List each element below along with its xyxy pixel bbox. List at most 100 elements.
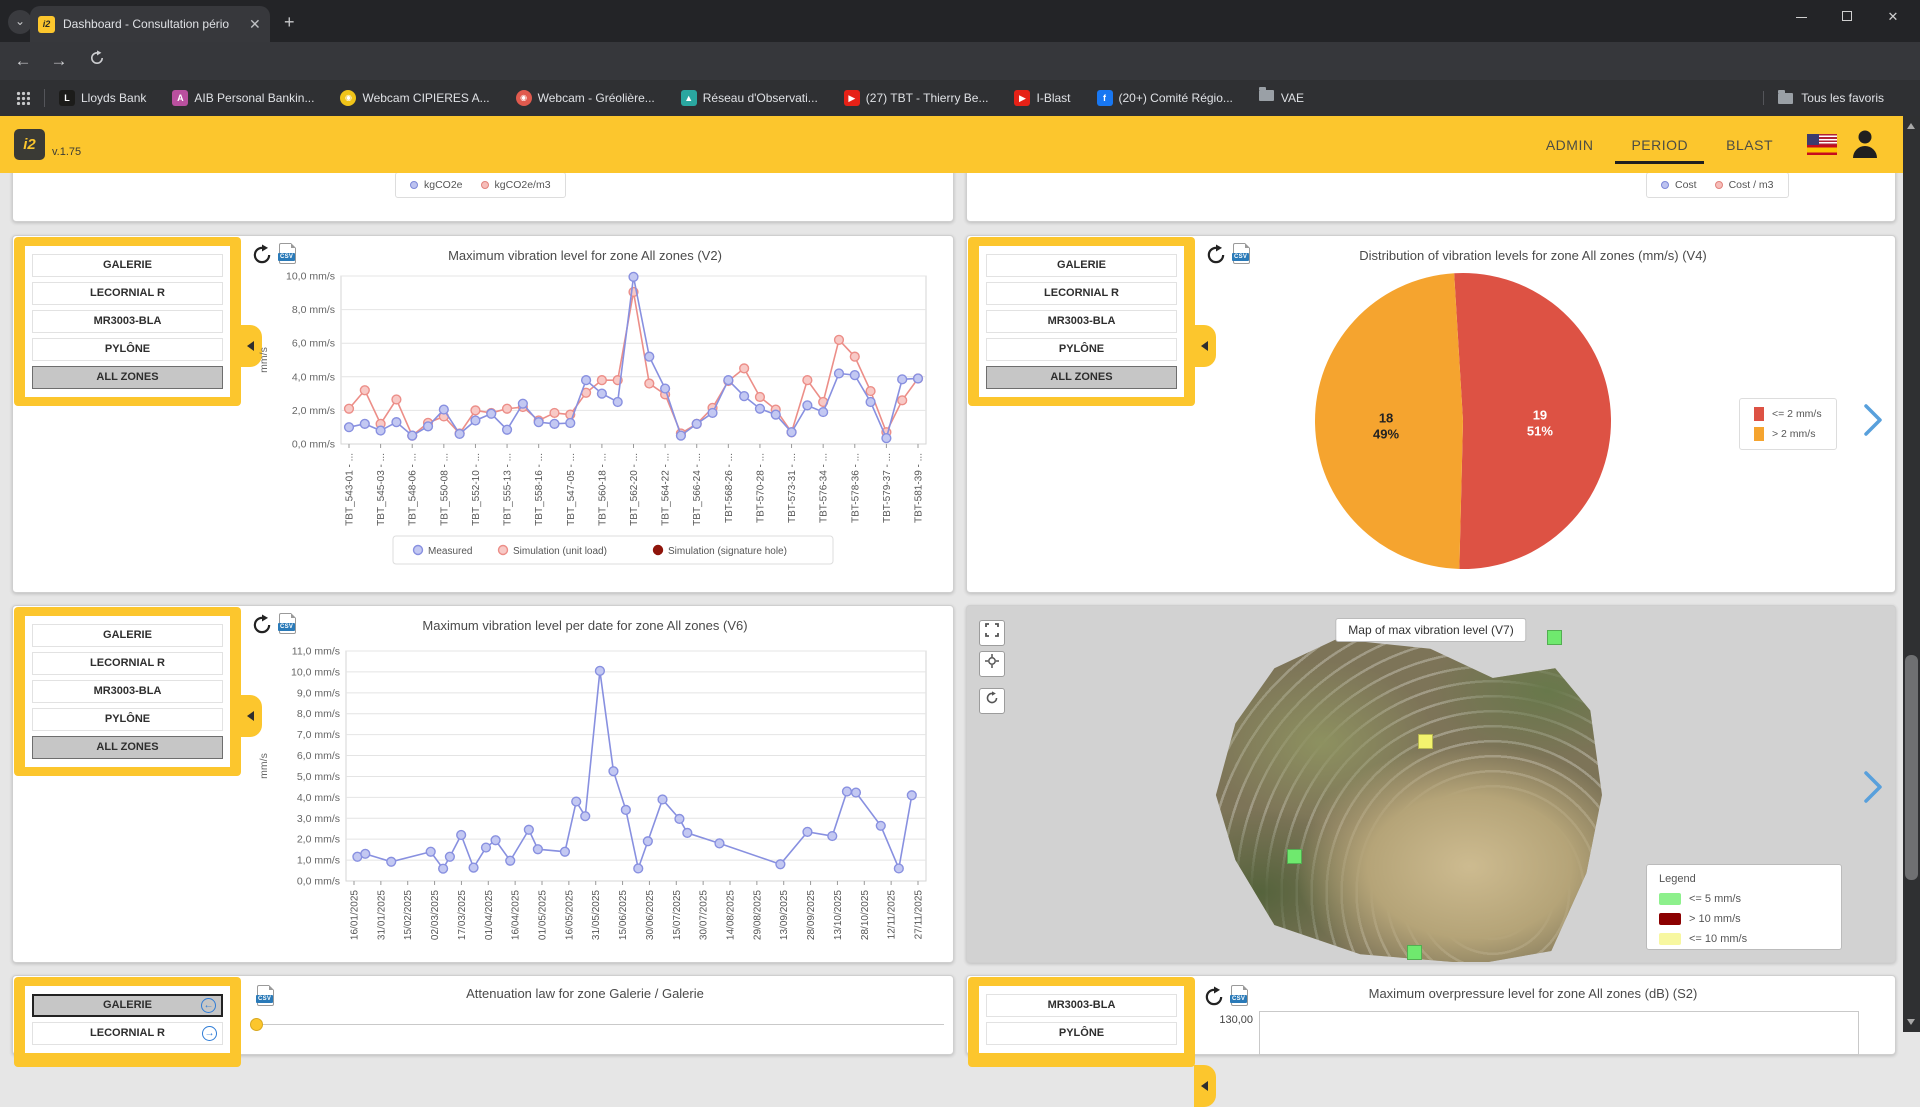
collapse-left-arrow-icon[interactable]: ←: [201, 998, 216, 1013]
forward-button[interactable]: →: [46, 48, 72, 74]
bookmark-27-tbt-thierry-be[interactable]: ▶(27) TBT - Thierry Be...: [844, 90, 989, 106]
svg-text:9,0 mm/s: 9,0 mm/s: [297, 687, 340, 699]
scrollbar-down-arrow[interactable]: [1907, 1019, 1915, 1025]
zone-button-pyl-ne[interactable]: PYLÔNE: [32, 708, 223, 731]
line-chart-v2[interactable]: 0,0 mm/s2,0 mm/s4,0 mm/s6,0 mm/s8,0 mm/s…: [253, 264, 945, 586]
zone-button-pyl-ne[interactable]: PYLÔNE: [986, 338, 1177, 361]
next-page-chevron[interactable]: [1860, 769, 1886, 810]
svg-text:Simulation (unit load): Simulation (unit load): [513, 546, 607, 557]
zone-button-mr3003-bla[interactable]: MR3003-BLA: [32, 680, 223, 703]
vibration-map-marker[interactable]: [1418, 734, 1433, 749]
quarry-aerial-photo[interactable]: [1212, 639, 1602, 963]
zone-button-mr3003-bla[interactable]: MR3003-BLA: [986, 310, 1177, 333]
chart-title-v4: Distribution of vibration levels for zon…: [1207, 248, 1859, 263]
legend-item: Cost: [1661, 179, 1697, 191]
line-chart-v6[interactable]: 0,0 mm/s1,0 mm/s2,0 mm/s3,0 mm/s4,0 mm/s…: [253, 636, 953, 962]
slider-knob[interactable]: [250, 1018, 263, 1031]
zone-button-galerie[interactable]: GALERIE: [32, 624, 223, 647]
svg-text:28/10/2025: 28/10/2025: [860, 890, 871, 940]
bookmark-aib-personal-bankin[interactable]: AAIB Personal Bankin...: [172, 90, 314, 106]
zone-button-all-zones[interactable]: ALL ZONES: [986, 366, 1177, 389]
language-flag-icon[interactable]: [1807, 134, 1837, 155]
bookmark-20-comit-r-gio[interactable]: f(20+) Comité Régio...: [1097, 90, 1233, 106]
zone-button-lecornial-r[interactable]: LECORNIAL R→: [32, 1022, 223, 1045]
scrollbar-up-arrow[interactable]: [1907, 123, 1915, 129]
zone-button-lecornial-r[interactable]: LECORNIAL R: [32, 652, 223, 675]
svg-text:27/11/2025: 27/11/2025: [914, 890, 925, 940]
zone-button-all-zones[interactable]: ALL ZONES: [32, 736, 223, 759]
svg-text:28/09/2025: 28/09/2025: [806, 890, 817, 940]
tab-search-icon[interactable]: ⌄: [8, 10, 32, 34]
zone-button-mr3003-bla[interactable]: MR3003-BLA: [32, 310, 223, 333]
svg-text:TBT-579-37 - ...: TBT-579-37 - ...: [882, 453, 893, 523]
svg-text:6,0 mm/s: 6,0 mm/s: [292, 338, 335, 350]
bookmark-webcam-gr-oli-re[interactable]: ◉Webcam - Gréolière...: [516, 90, 655, 106]
zone-button-all-zones[interactable]: ALL ZONES: [32, 366, 223, 389]
svg-text:10,0 mm/s: 10,0 mm/s: [291, 666, 340, 678]
svg-text:17/03/2025: 17/03/2025: [457, 890, 468, 940]
bookmark-i-blast[interactable]: ▶I-Blast: [1014, 90, 1070, 106]
svg-text:14/08/2025: 14/08/2025: [726, 890, 737, 940]
tab-close-icon[interactable]: ✕: [249, 17, 261, 31]
vibration-map-marker[interactable]: [1407, 945, 1422, 960]
svg-text:16/05/2025: 16/05/2025: [564, 890, 575, 940]
map-panel-v7: Map of max vibration level (V7) Legend <…: [966, 605, 1896, 963]
expand-right-arrow-icon[interactable]: →: [202, 1026, 217, 1041]
zone-button-galerie[interactable]: GALERIE←: [32, 994, 223, 1017]
map-legend-item: <= 10 mm/s: [1659, 933, 1747, 945]
i-blast-logo[interactable]: i2: [14, 129, 45, 160]
svg-text:mm/s: mm/s: [258, 753, 270, 779]
all-favorites-button[interactable]: Tous les favoris: [1763, 91, 1884, 105]
scrollbar-thumb[interactable]: [1905, 655, 1918, 880]
vibration-map-marker[interactable]: [1547, 630, 1562, 645]
overpressure-panel-s2: MR3003-BLAPYLÔNE CSV Maximum overpressur…: [966, 975, 1896, 1055]
bookmark-lloyds-bank[interactable]: LLloyds Bank: [59, 90, 146, 106]
zone-button-mr3003-bla[interactable]: MR3003-BLA: [986, 994, 1177, 1017]
bookmark-label: (27) TBT - Thierry Be...: [866, 91, 989, 105]
new-tab-button[interactable]: +: [284, 12, 295, 33]
svg-text:4,0 mm/s: 4,0 mm/s: [297, 792, 340, 804]
map-fullscreen-button[interactable]: [979, 620, 1005, 646]
bookmark-webcam-cipieres-a[interactable]: ◉Webcam CIPIERES A...: [340, 90, 489, 106]
tab-title: Dashboard - Consultation pério: [63, 17, 241, 31]
back-button[interactable]: ←: [10, 48, 36, 74]
slider-track[interactable]: [256, 1024, 944, 1025]
svg-text:29/08/2025: 29/08/2025: [752, 890, 763, 940]
vibration-map-marker[interactable]: [1287, 849, 1302, 864]
page-scrollbar[interactable]: [1903, 116, 1920, 1032]
reload-button[interactable]: [84, 48, 110, 74]
menu-item-admin[interactable]: ADMIN: [1546, 137, 1594, 153]
zone-panel-collapse-tab[interactable]: [1194, 1065, 1216, 1107]
apps-grid-icon[interactable]: [16, 91, 30, 105]
all-favorites-label: Tous les favoris: [1801, 91, 1884, 105]
svg-text:TBT-568-26 - ...: TBT-568-26 - ...: [724, 453, 735, 523]
zone-button-lecornial-r[interactable]: LECORNIAL R: [32, 282, 223, 305]
zone-button-pyl-ne[interactable]: PYLÔNE: [986, 1022, 1177, 1045]
bookmark-vae[interactable]: VAE: [1259, 90, 1304, 106]
window-maximize-button[interactable]: [1824, 0, 1870, 34]
svg-text:TBT_547-05 - ...: TBT_547-05 - ...: [566, 453, 577, 526]
zone-button-pyl-ne[interactable]: PYLÔNE: [32, 338, 223, 361]
zone-button-galerie[interactable]: GALERIE: [32, 254, 223, 277]
svg-text:5,0 mm/s: 5,0 mm/s: [297, 771, 340, 783]
window-close-button[interactable]: ✕: [1870, 0, 1916, 34]
svg-text:01/05/2025: 01/05/2025: [538, 890, 549, 940]
user-account-icon[interactable]: [1851, 128, 1879, 163]
menu-item-period[interactable]: PERIOD: [1631, 137, 1688, 153]
svg-text:2,0 mm/s: 2,0 mm/s: [297, 834, 340, 846]
map-center-button[interactable]: [979, 651, 1005, 677]
bookmark-r-seau-d-observati[interactable]: ▲Réseau d'Observati...: [681, 90, 818, 106]
zone-button-galerie[interactable]: GALERIE: [986, 254, 1177, 277]
zone-button-lecornial-r[interactable]: LECORNIAL R: [986, 282, 1177, 305]
map-refresh-button[interactable]: [979, 688, 1005, 714]
browser-tab[interactable]: i2 Dashboard - Consultation pério ✕: [30, 6, 270, 42]
next-page-chevron[interactable]: [1860, 402, 1886, 443]
webcam-red-icon: ◉: [516, 90, 532, 106]
svg-text:15/06/2025: 15/06/2025: [618, 890, 629, 940]
menu-item-blast[interactable]: BLAST: [1726, 137, 1773, 153]
svg-text:02/03/2025: 02/03/2025: [430, 890, 441, 940]
chart-plot-area: [1259, 1011, 1859, 1055]
window-minimize-button[interactable]: [1778, 0, 1824, 34]
map-legend-title: Legend: [1659, 873, 1829, 885]
svg-text:TBT_562-20 - ...: TBT_562-20 - ...: [629, 453, 640, 526]
